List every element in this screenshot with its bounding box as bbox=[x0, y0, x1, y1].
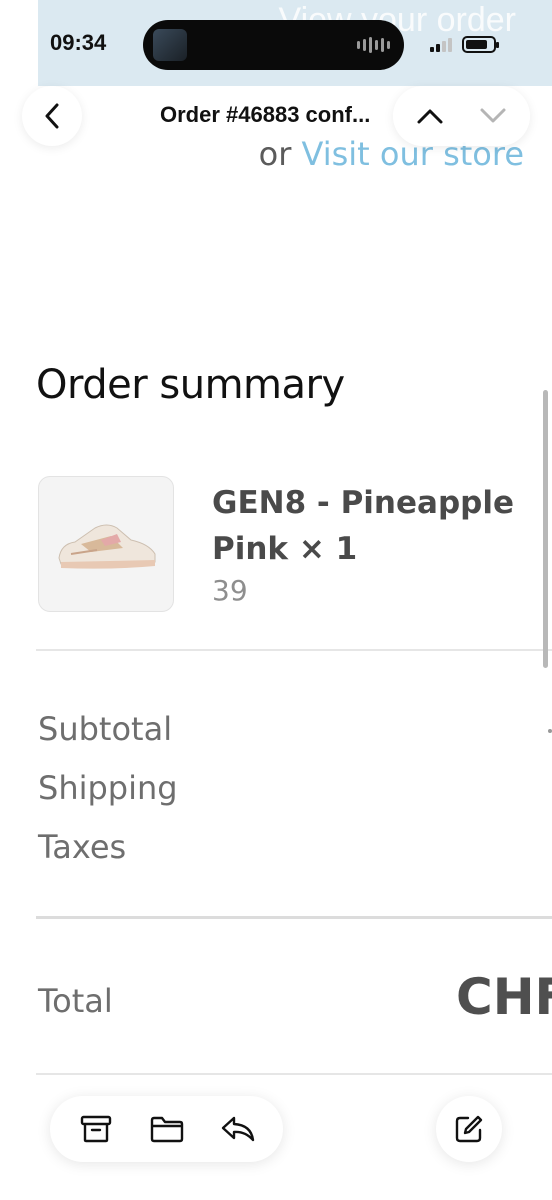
email-subject-title: Order #46883 conf... bbox=[160, 102, 371, 127]
reply-button[interactable] bbox=[213, 1104, 263, 1154]
scrollbar[interactable] bbox=[543, 390, 548, 668]
chevron-up-icon bbox=[417, 109, 443, 124]
sneaker-image bbox=[58, 524, 156, 569]
chevron-left-icon bbox=[45, 103, 59, 129]
archive-button[interactable] bbox=[71, 1104, 121, 1154]
divider bbox=[36, 649, 552, 651]
cellular-signal-icon bbox=[430, 37, 452, 52]
taxes-label: Taxes bbox=[38, 828, 127, 866]
status-indicators bbox=[430, 36, 499, 53]
now-playing-artwork bbox=[153, 29, 187, 61]
back-button[interactable] bbox=[22, 86, 82, 146]
shipping-label: Shipping bbox=[38, 769, 178, 807]
subtotal-value-edge bbox=[548, 729, 552, 733]
store-prefix: or bbox=[258, 135, 292, 173]
previous-message-button[interactable] bbox=[410, 96, 450, 136]
message-navigation bbox=[393, 86, 530, 146]
reply-icon bbox=[221, 1116, 254, 1142]
compose-button[interactable] bbox=[436, 1096, 502, 1162]
status-time: 09:34 bbox=[50, 30, 107, 55]
order-summary-heading: Order summary bbox=[36, 362, 345, 408]
divider bbox=[36, 1073, 552, 1075]
folder-icon bbox=[150, 1116, 183, 1143]
archive-icon bbox=[80, 1115, 111, 1143]
subtotal-label: Subtotal bbox=[38, 710, 173, 748]
product-image bbox=[38, 476, 174, 612]
total-label: Total bbox=[38, 982, 113, 1020]
product-name: GEN8 - Pineapple Pink × 1 bbox=[212, 485, 514, 567]
battery-level bbox=[466, 40, 487, 49]
next-message-button[interactable] bbox=[473, 96, 513, 136]
divider bbox=[36, 916, 552, 919]
message-actions-toolbar bbox=[50, 1096, 283, 1162]
battery-icon bbox=[462, 36, 499, 53]
chevron-down-icon bbox=[480, 108, 506, 123]
product-size: 39 bbox=[212, 574, 248, 607]
move-to-folder-button[interactable] bbox=[142, 1104, 192, 1154]
audio-waveform-icon bbox=[357, 37, 390, 53]
dynamic-island[interactable] bbox=[143, 20, 404, 70]
compose-icon bbox=[455, 1115, 483, 1143]
total-value: CHF bbox=[456, 968, 552, 1026]
